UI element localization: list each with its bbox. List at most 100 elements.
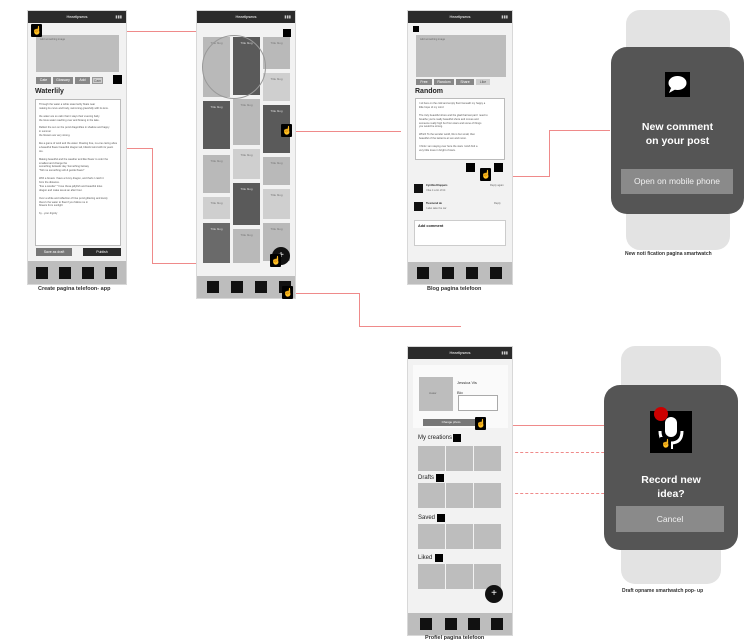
publish-button[interactable]: Publish (83, 248, 121, 256)
nav-home-icon[interactable] (207, 281, 219, 293)
feed-tile[interactable]: Title blog (203, 155, 230, 193)
comment-author: Cynthia Kloppers (426, 184, 448, 187)
back-icon[interactable] (413, 26, 419, 32)
tap-hand-icon: ☝ (282, 286, 293, 299)
record-indicator (654, 407, 668, 421)
comment-reply[interactable]: Reply again (490, 184, 504, 187)
feed-tile[interactable]: Title blog (263, 73, 290, 101)
feed-tile[interactable]: Title blog (203, 197, 230, 219)
feed-tile[interactable]: Title blog (203, 101, 230, 149)
avatar (414, 202, 423, 211)
profile-name: Jessica Vis (457, 380, 477, 385)
chip-cate[interactable]: Cate (36, 77, 51, 84)
nav-search-icon[interactable] (445, 618, 457, 630)
add-comment-label: Add comment (418, 224, 444, 228)
connector-feed-to-profile-h2 (359, 326, 461, 327)
feed-tile[interactable]: Title blog (233, 183, 260, 225)
status-bar: Heartlpsecs ▮▮▮ (197, 11, 295, 23)
tap-hand-icon: ☝ (31, 24, 42, 37)
section-toggle[interactable] (437, 514, 445, 522)
tap-hand-icon: ☝ (281, 124, 292, 137)
section-toggle[interactable] (436, 474, 444, 482)
comment-text: I like it a lot of bit (426, 189, 446, 192)
nav-profile-icon[interactable] (490, 267, 502, 279)
tap-hand-icon: ☝ (480, 168, 491, 181)
menu-icon[interactable] (283, 29, 291, 37)
comment-reply[interactable]: Reply (494, 202, 501, 205)
text-line: making its curve and body, swimming grac… (39, 106, 109, 110)
avatar (414, 184, 423, 193)
reaction-icon[interactable] (466, 163, 475, 172)
feed-tile[interactable]: Title blog (233, 229, 260, 263)
chip-share[interactable]: Share (456, 79, 474, 85)
text-line: by - your dignity (39, 212, 58, 216)
notification-caption: New noti fication pagina smartwatch (625, 251, 712, 257)
feed-tile[interactable]: Title blog (263, 157, 290, 185)
chip-like[interactable]: Like (476, 79, 490, 85)
status-bar: Heartlpsecs ▮▮▮ (408, 11, 512, 23)
chip-black[interactable] (113, 75, 122, 84)
chip-free[interactable]: Free (416, 79, 432, 85)
upload-label: Add something image (40, 38, 66, 41)
save-draft-button[interactable]: Save as draft (36, 248, 72, 256)
feed-tile[interactable]: Title blog (263, 189, 290, 219)
share-icon[interactable] (494, 163, 503, 172)
chip-random[interactable]: Random (434, 79, 454, 85)
nav-create-icon[interactable] (466, 267, 478, 279)
status-bar: Heartlpsecs ▮▮▮ (408, 347, 512, 359)
chip-add[interactable]: Add (75, 77, 90, 84)
add-comment-field[interactable]: Add comment (414, 220, 506, 246)
prompt-line-2: idea? (657, 488, 685, 500)
section-label: Drafts (418, 475, 435, 481)
section-toggle[interactable] (435, 554, 443, 562)
cancel-button[interactable]: Cancel (616, 506, 724, 532)
nav-home-icon[interactable] (417, 267, 429, 279)
feed-tile[interactable]: Title blog (263, 37, 290, 69)
prompt-line-1: Record new (641, 474, 701, 486)
notification-line-1: New comment (641, 121, 714, 133)
comment-row: Cynthia Kloppers I like it a lot of bit … (414, 182, 506, 198)
feed-selection-circle (202, 35, 266, 99)
nav-home-icon[interactable] (420, 618, 432, 630)
nav-home-icon[interactable] (36, 267, 48, 279)
nav-profile-icon[interactable] (491, 618, 503, 630)
section-label: Liked (418, 555, 433, 561)
comment-row: Tiesmond de I also take the car Reply (414, 200, 506, 216)
comment-text: I also take the car (426, 207, 447, 210)
feed-tile[interactable]: Title blog (233, 99, 260, 145)
open-on-phone-button[interactable]: Open on mobile phone (621, 169, 733, 194)
tap-hand-icon: ☝ (475, 417, 486, 430)
nav-create-icon[interactable] (468, 618, 480, 630)
editor-body: Through the water a white swan lazily fl… (39, 103, 117, 216)
avatar[interactable]: Avatar (419, 377, 453, 411)
upload-image-area[interactable]: Add something image (36, 35, 119, 72)
change-photo-button[interactable]: Change photo (423, 419, 479, 426)
status-bar: Heartlpsecs ▮▮▮ (28, 11, 126, 23)
connector-blog-to-watch-v (549, 130, 550, 177)
tap-hand-icon: ☝ (660, 437, 671, 450)
page-title: Waterlily (35, 88, 64, 95)
nav-search-icon[interactable] (231, 281, 243, 293)
nav-search-icon[interactable] (59, 267, 71, 279)
nav-search-icon[interactable] (442, 267, 454, 279)
chip-glossary[interactable]: Glossary (53, 77, 73, 84)
blog-text: I sit here on the cold and empty floor b… (419, 102, 503, 153)
blog-screen: Heartlpsecs ▮▮▮ Add something image Free … (407, 10, 513, 285)
text-editor[interactable]: Through the water a white swan lazily fl… (35, 99, 121, 246)
nav-profile-icon[interactable] (105, 267, 117, 279)
nav-create-icon[interactable] (82, 267, 94, 279)
bio-field[interactable] (458, 395, 498, 411)
feed-tile[interactable]: Title blog (233, 149, 260, 179)
speech-bubble-icon (665, 72, 690, 97)
section-toggle[interactable] (453, 434, 461, 442)
connector-feed-to-create-v (152, 148, 153, 263)
section-label: My creations (418, 435, 453, 441)
blog-title: Random (415, 88, 443, 95)
feed-tile[interactable]: Title blog (203, 223, 230, 263)
bottom-nav (408, 262, 512, 284)
chip-cam[interactable]: Cam (92, 77, 103, 84)
notification-watch-face: New comment on your post Open on mobile … (611, 47, 744, 214)
nav-create-icon[interactable] (255, 281, 267, 293)
add-button[interactable]: + (485, 585, 503, 603)
draft-watch-face: Record new idea? Cancel (604, 385, 738, 550)
